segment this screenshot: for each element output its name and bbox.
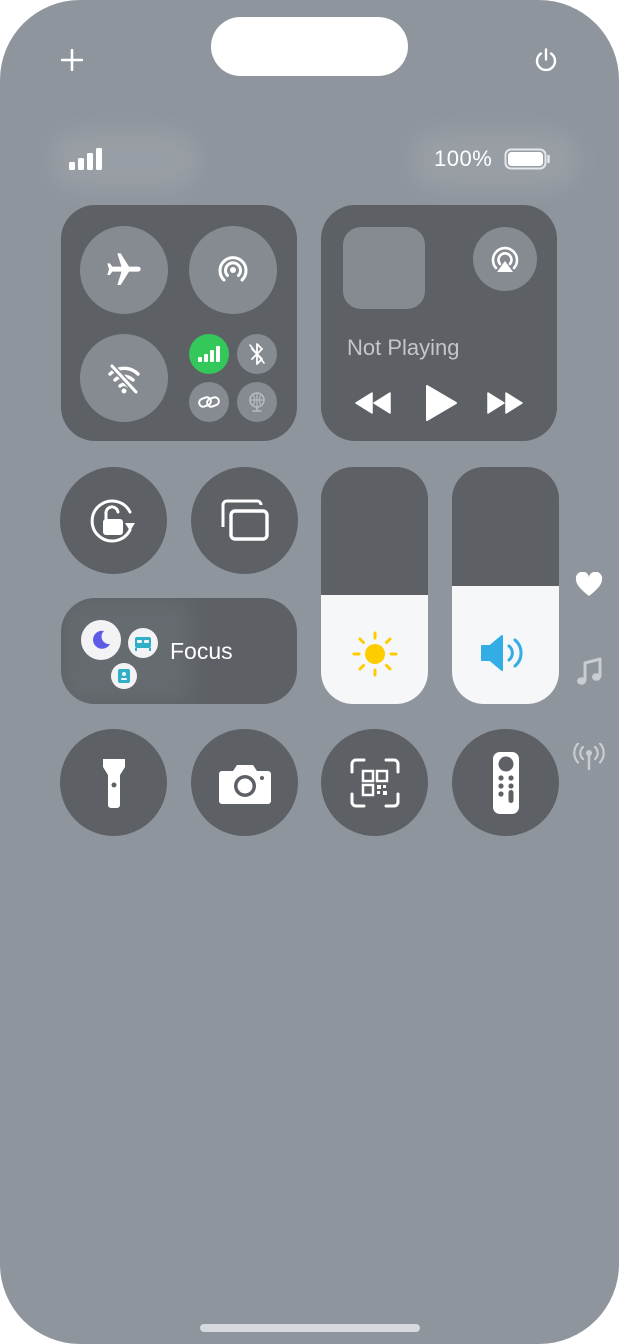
screen-mirroring-icon xyxy=(221,499,269,541)
personal-focus-badge xyxy=(111,663,137,689)
sleep-focus-badge xyxy=(81,620,121,660)
broadcast-icon xyxy=(573,743,605,771)
battery-percentage: 100% xyxy=(434,146,493,171)
airplane-mode-toggle[interactable] xyxy=(80,226,168,314)
hotspot-link-icon xyxy=(198,396,220,408)
home-indicator[interactable] xyxy=(200,1324,420,1332)
power-button[interactable] xyxy=(526,40,566,80)
camera-icon xyxy=(218,764,271,804)
qr-scanner-icon xyxy=(350,758,399,807)
rewind-button[interactable] xyxy=(351,385,395,421)
now-playing-tile[interactable]: Not Playing xyxy=(321,205,557,441)
dynamic-island xyxy=(211,17,408,76)
bluetooth-off-icon xyxy=(249,343,265,365)
bed-focus-badge xyxy=(128,628,158,658)
flashlight-icon xyxy=(102,758,125,808)
fast-forward-icon xyxy=(487,392,523,414)
bluetooth-toggle[interactable] xyxy=(237,334,277,374)
remote-icon xyxy=(492,751,519,814)
wifi-toggle[interactable] xyxy=(80,334,168,422)
airplane-icon xyxy=(107,253,141,285)
rotation-lock-icon xyxy=(90,499,135,542)
brightness-slider[interactable] xyxy=(321,467,428,704)
fast-forward-button[interactable] xyxy=(483,385,527,421)
sun-icon xyxy=(352,631,398,677)
screen-mirroring-button[interactable] xyxy=(191,467,298,574)
play-button[interactable] xyxy=(419,381,463,425)
battery-icon xyxy=(504,148,550,170)
flashlight-button[interactable] xyxy=(60,729,167,836)
airplay-audio-icon xyxy=(491,246,519,272)
volume-slider[interactable] xyxy=(452,467,559,704)
music-note-icon xyxy=(577,657,602,685)
cellular-signal-icon xyxy=(69,148,102,170)
camera-button[interactable] xyxy=(191,729,298,836)
cellular-data-toggle[interactable] xyxy=(189,334,229,374)
airdrop-icon xyxy=(218,256,248,282)
wifi-off-icon xyxy=(108,363,140,395)
now-playing-status: Not Playing xyxy=(347,335,460,360)
favorites-page-indicator[interactable] xyxy=(572,568,606,602)
orientation-lock-toggle[interactable] xyxy=(60,467,167,574)
bed-icon xyxy=(135,637,151,651)
personal-hotspot-toggle[interactable] xyxy=(189,382,229,422)
album-art-placeholder xyxy=(343,227,425,309)
airplay-button[interactable] xyxy=(473,227,537,291)
code-scanner-button[interactable] xyxy=(321,729,428,836)
satellite-icon xyxy=(249,392,265,412)
add-control-button[interactable] xyxy=(52,40,92,80)
music-page-indicator[interactable] xyxy=(572,654,606,690)
moon-icon xyxy=(93,630,110,649)
speaker-icon xyxy=(481,635,523,671)
plus-icon xyxy=(61,49,83,71)
apple-tv-remote-button[interactable] xyxy=(452,729,559,836)
rewind-icon xyxy=(355,392,391,414)
focus-label: Focus xyxy=(170,638,233,664)
id-badge-icon xyxy=(118,669,130,683)
play-icon xyxy=(426,385,457,421)
airdrop-toggle[interactable] xyxy=(189,226,277,314)
cellular-bars-icon xyxy=(198,346,220,362)
satellite-toggle[interactable] xyxy=(237,382,277,422)
heart-icon xyxy=(575,572,603,596)
connectivity-tile xyxy=(61,205,297,441)
control-center: 100% Not Playing Focus xyxy=(0,0,619,1344)
power-icon xyxy=(535,48,557,72)
focus-tile[interactable]: Focus xyxy=(61,598,297,704)
connectivity-page-indicator[interactable] xyxy=(572,740,606,774)
